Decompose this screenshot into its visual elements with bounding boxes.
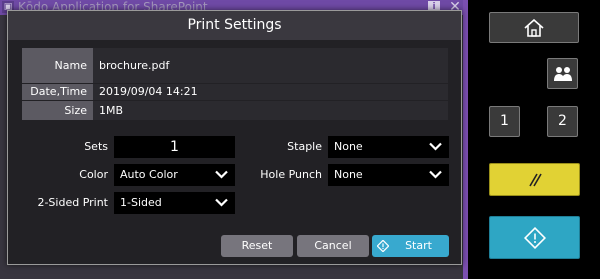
- duplex-label: 2-Sided Print: [37, 196, 108, 209]
- file-name-label: Name: [22, 48, 93, 83]
- start-icon: [377, 240, 389, 252]
- file-size-value: 1MB: [93, 101, 448, 120]
- home-icon: [524, 18, 544, 37]
- print-settings-dialog: Print Settings Name brochure.pdf Date,Ti…: [7, 10, 462, 265]
- start-icon: [523, 226, 546, 249]
- file-name-value: brochure.pdf: [93, 48, 448, 83]
- job-one-button[interactable]: 1: [489, 106, 520, 137]
- chevron-down-icon: [429, 142, 442, 151]
- color-select[interactable]: Auto Color: [114, 164, 235, 186]
- sets-label: Sets: [84, 140, 108, 153]
- sets-value: 1: [170, 139, 179, 155]
- file-size-row: Size 1MB: [22, 101, 448, 120]
- chevron-down-icon: [215, 198, 228, 207]
- stop-button[interactable]: [489, 163, 580, 196]
- staple-value: None: [334, 140, 363, 153]
- reset-button[interactable]: Reset: [221, 235, 293, 257]
- file-datetime-label: Date,Time: [22, 84, 93, 100]
- start-button-label: Start: [405, 239, 432, 252]
- file-datetime-row: Date,Time 2019/09/04 14:21: [22, 84, 448, 100]
- sets-input[interactable]: 1: [114, 136, 235, 158]
- start-button[interactable]: Start: [372, 235, 449, 257]
- chevron-down-icon: [215, 170, 228, 179]
- chevron-down-icon: [429, 170, 442, 179]
- home-button[interactable]: [489, 12, 579, 43]
- hole-punch-select[interactable]: None: [328, 164, 449, 186]
- hole-punch-label: Hole Punch: [260, 168, 322, 181]
- dialog-header: Print Settings: [8, 11, 461, 40]
- color-label: Color: [79, 168, 108, 181]
- staple-label: Staple: [287, 140, 322, 153]
- cancel-button[interactable]: Cancel: [297, 235, 369, 257]
- user-icon: [553, 66, 572, 81]
- file-datetime-value: 2019/09/04 14:21: [93, 84, 448, 100]
- duplex-value: 1-Sided: [120, 196, 162, 209]
- hw-start-button[interactable]: [489, 216, 580, 259]
- user-button[interactable]: [547, 58, 578, 89]
- stop-icon: [528, 173, 542, 186]
- dialog-title: Print Settings: [187, 17, 282, 33]
- color-value: Auto Color: [120, 168, 178, 181]
- staple-select[interactable]: None: [328, 136, 449, 158]
- file-size-label: Size: [22, 101, 93, 120]
- file-name-row: Name brochure.pdf: [22, 48, 448, 83]
- job-two-button[interactable]: 2: [547, 106, 578, 137]
- hole-punch-value: None: [334, 168, 363, 181]
- duplex-select[interactable]: 1-Sided: [114, 192, 235, 214]
- device-control-panel: 1 2: [468, 0, 600, 279]
